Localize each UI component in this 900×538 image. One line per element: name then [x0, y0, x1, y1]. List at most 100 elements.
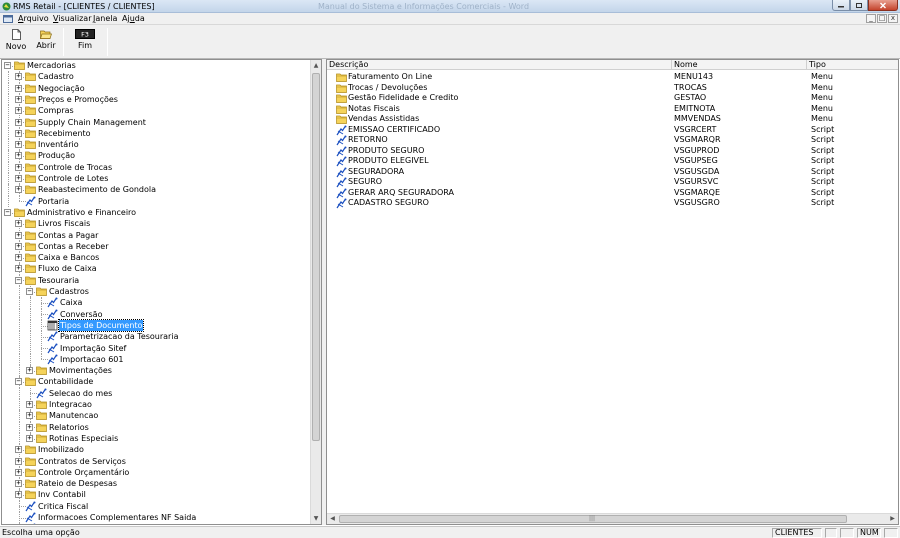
mdi-restore-button[interactable]: □	[877, 14, 887, 23]
new-button[interactable]: Novo	[5, 27, 27, 56]
scroll-down-arrow-icon[interactable]: ▼	[311, 513, 321, 524]
menu-ajuda[interactable]: Ajuda	[122, 14, 145, 24]
tree-item[interactable]: Selecao do mes	[2, 387, 311, 399]
tree-item[interactable]: − Contabilidade	[2, 376, 311, 388]
list-item[interactable]: SEGURADORA VSGUSGDA Script	[327, 167, 898, 178]
expand-icon[interactable]: +	[15, 95, 22, 103]
expand-icon[interactable]: +	[15, 107, 22, 115]
expand-icon[interactable]: +	[15, 163, 22, 171]
expand-icon[interactable]: +	[15, 265, 22, 273]
collapse-icon[interactable]: −	[26, 288, 33, 295]
tree-item[interactable]: Portaria	[2, 195, 311, 207]
list-item[interactable]: PRODUTO SEGURO VSGUPROD Script	[327, 146, 898, 157]
list-item[interactable]: Gestão Fidelidade e Credito GESTAO Menu	[327, 93, 898, 104]
tree-item[interactable]: Conversão	[2, 308, 311, 320]
expand-icon[interactable]: +	[26, 412, 33, 420]
tree-item[interactable]: + Rateio de Despesas	[2, 478, 311, 490]
tree-item[interactable]: + Fluxo de Caixa	[2, 263, 311, 275]
tree-item[interactable]: + Controle Orçamentário	[2, 466, 311, 479]
tree-item[interactable]: Tipos de Documento	[2, 318, 311, 332]
expand-icon[interactable]: +	[15, 231, 22, 239]
tree-item[interactable]: − Mercadorias	[2, 60, 311, 71]
expand-icon[interactable]: +	[15, 73, 22, 81]
list-item[interactable]: Notas Fiscais EMITNOTA Menu	[327, 104, 898, 115]
mdi-close-button[interactable]: x	[888, 14, 898, 23]
tree-item[interactable]: + Produção	[2, 150, 311, 162]
expand-icon[interactable]: +	[15, 141, 22, 149]
expand-icon[interactable]: +	[15, 152, 22, 160]
list-item[interactable]: CADASTRO SEGURO VSGUSGRO Script	[327, 198, 898, 209]
expand-icon[interactable]: +	[15, 129, 22, 137]
scroll-left-arrow-icon[interactable]: ◀	[327, 514, 338, 524]
open-button[interactable]: Abrir	[33, 27, 59, 56]
scroll-up-arrow-icon[interactable]: ▲	[311, 60, 321, 71]
expand-icon[interactable]: +	[15, 480, 22, 488]
tree-item[interactable]: + Preços e Promoções	[2, 93, 311, 106]
list-item[interactable]: Faturamento On Line MENU143 Menu	[327, 72, 898, 83]
expand-icon[interactable]: +	[15, 468, 22, 476]
tree-item[interactable]: + Caixa e Bancos	[2, 252, 311, 264]
list-item[interactable]: GERAR ARQ SEGURADORA VSGMARQE Script	[327, 188, 898, 199]
tree-item[interactable]: − Cadastros	[2, 286, 311, 298]
tree-item[interactable]: + Compras	[2, 105, 311, 117]
tree-item[interactable]: Parametrizacao da Tesouraria	[2, 331, 311, 343]
tree-item[interactable]: + Rotinas Especiais	[2, 432, 311, 445]
expand-icon[interactable]: +	[15, 84, 22, 92]
tree-item[interactable]: + Cadastro	[2, 71, 311, 83]
menu-visualizar[interactable]: Visualizar	[53, 14, 92, 24]
tree-item[interactable]: + Imobilizado	[2, 444, 311, 456]
mdi-document-icon[interactable]	[3, 15, 13, 23]
column-header-tipo[interactable]: Tipo	[807, 60, 898, 70]
expand-icon[interactable]: +	[15, 118, 22, 126]
tree-item[interactable]: + Manutencao	[2, 410, 311, 422]
tree-item[interactable]: + Integracao	[2, 399, 311, 411]
expand-icon[interactable]: +	[26, 367, 33, 375]
menu-arquivo[interactable]: Arquivo	[18, 14, 49, 24]
list-item[interactable]: Trocas / Devoluções TROCAS Menu	[327, 83, 898, 94]
tree-item[interactable]: + Movimentações	[2, 365, 311, 377]
expand-icon[interactable]: +	[15, 242, 22, 250]
tree-vertical-scrollbar[interactable]: ▲ ▼	[310, 60, 321, 524]
tree-item[interactable]: + Livros Fiscais	[2, 218, 311, 230]
menu-janela[interactable]: Janela	[93, 14, 117, 24]
tree-item[interactable]: + Supply Chain Management	[2, 116, 311, 128]
expand-icon[interactable]: +	[15, 491, 22, 499]
maximize-button[interactable]	[850, 0, 868, 11]
tree-item[interactable]: Caixa	[2, 297, 311, 309]
list-item[interactable]: EMISSAO CERTIFICADO VSGRCERT Script	[327, 125, 898, 136]
list-horizontal-scrollbar[interactable]: ◀ ||| ▶	[327, 513, 898, 524]
tree-item[interactable]: Informacoes Complementares NF Saida	[2, 512, 311, 524]
tree-item[interactable]: + Controle de Lotes	[2, 173, 311, 185]
tree-item[interactable]: − Administrativo e Financeiro	[2, 207, 311, 218]
expand-icon[interactable]: +	[26, 423, 33, 431]
tree-item[interactable]: − Tesouraria	[2, 274, 311, 286]
expand-icon[interactable]: +	[15, 186, 22, 194]
tree-item[interactable]: + Recebimento	[2, 127, 311, 140]
expand-icon[interactable]: +	[15, 446, 22, 454]
minimize-button[interactable]	[832, 0, 850, 11]
expand-icon[interactable]: +	[15, 457, 22, 465]
tree-item[interactable]: Critica Fiscal	[2, 500, 311, 512]
close-button[interactable]	[868, 0, 898, 11]
title-bar[interactable]: RMS Retail - [CLIENTES / CLIENTES] Manua…	[0, 0, 900, 13]
scroll-right-arrow-icon[interactable]: ▶	[887, 514, 898, 524]
tree-item[interactable]: + Relatorios	[2, 421, 311, 433]
tree-item[interactable]: + Controle de Trocas	[2, 161, 311, 173]
tree-item[interactable]: + Contas a Receber	[2, 240, 311, 253]
mdi-minimize-button[interactable]: _	[866, 14, 876, 23]
tree-item[interactable]: + Contas a Pagar	[2, 229, 311, 241]
collapse-icon[interactable]: −	[4, 62, 11, 69]
collapse-icon[interactable]: −	[15, 378, 22, 386]
expand-icon[interactable]: +	[15, 254, 22, 262]
tree-item[interactable]: + Inventário	[2, 139, 311, 151]
list-item[interactable]: SEGURO VSGURSVC Script	[327, 177, 898, 188]
tree-item[interactable]: + Inv Contabil	[2, 489, 311, 501]
expand-icon[interactable]: +	[15, 220, 22, 228]
tree-item[interactable]: Importacao 601	[2, 353, 311, 366]
tree-item[interactable]: NF-Se	[2, 523, 311, 524]
column-header-descricao[interactable]: Descrição	[327, 60, 672, 70]
expand-icon[interactable]: +	[26, 401, 33, 408]
list-item[interactable]: PRODUTO ELEGIVEL VSGUPSEG Script	[327, 156, 898, 167]
tree-item[interactable]: Importação Sitef	[2, 342, 311, 354]
tree-item[interactable]: + Reabastecimento de Gondola	[2, 184, 311, 196]
